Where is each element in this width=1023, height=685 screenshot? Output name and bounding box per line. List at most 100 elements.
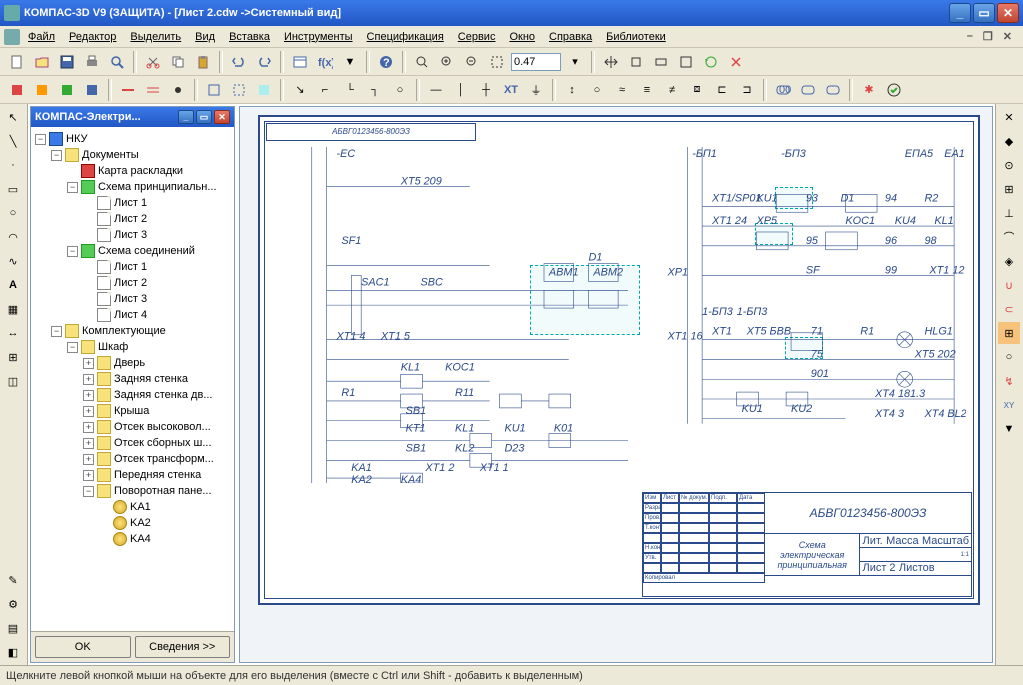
new-button[interactable] (6, 51, 28, 73)
panel-close-button[interactable]: ✕ (214, 110, 230, 124)
tree-s-sheet1[interactable]: Лист 1 (114, 261, 147, 273)
tool-edit3[interactable]: ▤ (2, 617, 24, 639)
tb-c5[interactable]: ○ (389, 79, 411, 101)
tool-arc[interactable]: ◠ (2, 226, 24, 248)
zoom-dropdown[interactable]: ▾ (564, 51, 586, 73)
expand-toggle[interactable]: + (83, 390, 94, 401)
tree-frontwall[interactable]: Передняя стенка (114, 469, 201, 481)
pan-button[interactable] (600, 51, 622, 73)
mdi-restore-button[interactable]: ❐ (980, 30, 996, 43)
tree-layout[interactable]: Карта раскладки (98, 165, 183, 177)
snap-tan[interactable]: ⌒ (998, 226, 1020, 248)
expand-toggle[interactable]: + (83, 438, 94, 449)
tb-c3[interactable]: └ (339, 79, 361, 101)
tb-e4[interactable] (81, 79, 103, 101)
refresh-button[interactable] (725, 51, 747, 73)
tool-hatch[interactable]: ▦ (2, 298, 24, 320)
minimize-button[interactable]: _ (949, 3, 971, 23)
tb-dashed[interactable] (228, 79, 250, 101)
tb-arrow[interactable]: ↕ (561, 79, 583, 101)
app-menu-icon[interactable] (4, 29, 20, 45)
tree-ka2[interactable]: KA2 (130, 517, 151, 529)
zoom-fit-button[interactable] (411, 51, 433, 73)
tree-door[interactable]: Дверь (114, 357, 145, 369)
expand-toggle[interactable]: + (83, 406, 94, 417)
tool-rect[interactable]: ▭ (2, 178, 24, 200)
tool-table[interactable]: ⊞ (2, 346, 24, 368)
variables-button[interactable]: ▼ (339, 51, 361, 73)
ok-button[interactable]: OK (35, 636, 131, 658)
view-prev-button[interactable] (650, 51, 672, 73)
tb-ne[interactable]: ≠ (661, 79, 683, 101)
properties-button[interactable] (289, 51, 311, 73)
tree-cabinet[interactable]: Шкаф (98, 341, 128, 353)
tb-hline[interactable]: — (425, 79, 447, 101)
tree-bay-bus[interactable]: Отсек сборных ш... (114, 437, 212, 449)
tb-star[interactable]: ✱ (858, 79, 880, 101)
menu-help[interactable]: Справка (543, 29, 598, 45)
tb-frame[interactable] (203, 79, 225, 101)
tb-not[interactable]: ○ (586, 79, 608, 101)
project-tree[interactable]: −НКУ −Документы Карта раскладки −Схема п… (31, 127, 234, 631)
ortho-icon[interactable]: ⊞ (998, 322, 1020, 344)
open-button[interactable] (31, 51, 53, 73)
tb-vline[interactable]: │ (450, 79, 472, 101)
snap-mid[interactable]: ◆ (998, 130, 1020, 152)
panel-maximize-button[interactable]: ▭ (196, 110, 212, 124)
tb-bus[interactable] (142, 79, 164, 101)
mdi-minimize-button[interactable]: – (964, 30, 976, 43)
tb-cross[interactable]: ┼ (475, 79, 497, 101)
zoom-out-button[interactable] (461, 51, 483, 73)
tree-s-sheet3[interactable]: Лист 3 (114, 293, 147, 305)
help-button[interactable]: ? (375, 51, 397, 73)
expand-toggle[interactable]: − (67, 246, 78, 257)
tb-text[interactable]: XT (500, 79, 522, 101)
expand-toggle[interactable]: − (51, 150, 62, 161)
fx-button[interactable]: f(x) (314, 51, 336, 73)
expand-toggle[interactable]: + (83, 470, 94, 481)
tree-rot-panel[interactable]: Поворотная пане... (114, 485, 212, 497)
snap-near[interactable]: ◈ (998, 250, 1020, 272)
expand-toggle[interactable]: − (51, 326, 62, 337)
tree-sheet1[interactable]: Лист 1 (114, 197, 147, 209)
down-icon[interactable]: ▼ (998, 418, 1020, 440)
tb-br1[interactable]: ≈ (611, 79, 633, 101)
tb-coil[interactable]: ⧈ (686, 79, 708, 101)
tb-e1[interactable] (6, 79, 28, 101)
close-button[interactable]: ✕ (997, 3, 1019, 23)
tb-cont2[interactable]: ⊐ (736, 79, 758, 101)
menu-libraries[interactable]: Библиотеки (600, 29, 672, 45)
zoom-input[interactable] (511, 53, 561, 71)
tool-frag[interactable]: ◫ (2, 370, 24, 392)
copy-button[interactable] (167, 51, 189, 73)
print-button[interactable] (81, 51, 103, 73)
expand-toggle[interactable]: + (83, 358, 94, 369)
tool-dim[interactable]: ↔ (2, 322, 24, 344)
tb-wire[interactable] (117, 79, 139, 101)
undo-button[interactable] (228, 51, 250, 73)
expand-toggle[interactable]: + (83, 454, 94, 465)
tool-line[interactable]: ╲ (2, 130, 24, 152)
paste-button[interactable] (192, 51, 214, 73)
local-cs-icon[interactable]: ↯ (998, 370, 1020, 392)
tb-br2[interactable]: ≡ (636, 79, 658, 101)
xy-icon[interactable]: XY (998, 394, 1020, 416)
tb-check[interactable] (883, 79, 905, 101)
tb-node[interactable] (167, 79, 189, 101)
tool-text[interactable]: A (2, 274, 24, 296)
tool-edit4[interactable]: ◧ (2, 641, 24, 663)
tb-cont1[interactable]: ⊏ (711, 79, 733, 101)
snap-perp[interactable]: ⊥ (998, 202, 1020, 224)
tool-edit1[interactable]: ✎ (2, 569, 24, 591)
tb-num2[interactable] (797, 79, 819, 101)
tree-s-sheet4[interactable]: Лист 4 (114, 309, 147, 321)
cut-button[interactable] (142, 51, 164, 73)
menu-tools[interactable]: Инструменты (278, 29, 359, 45)
tree-backwall-d[interactable]: Задняя стенка дв... (114, 389, 213, 401)
orbit-button[interactable] (625, 51, 647, 73)
tb-num3[interactable] (822, 79, 844, 101)
snap-grid[interactable]: ⊞ (998, 178, 1020, 200)
menu-file[interactable]: Файл (22, 29, 61, 45)
drawing-canvas[interactable]: АБВГ0123456-800ЭЗ (239, 106, 993, 663)
tree-ka1[interactable]: KA1 (130, 501, 151, 513)
